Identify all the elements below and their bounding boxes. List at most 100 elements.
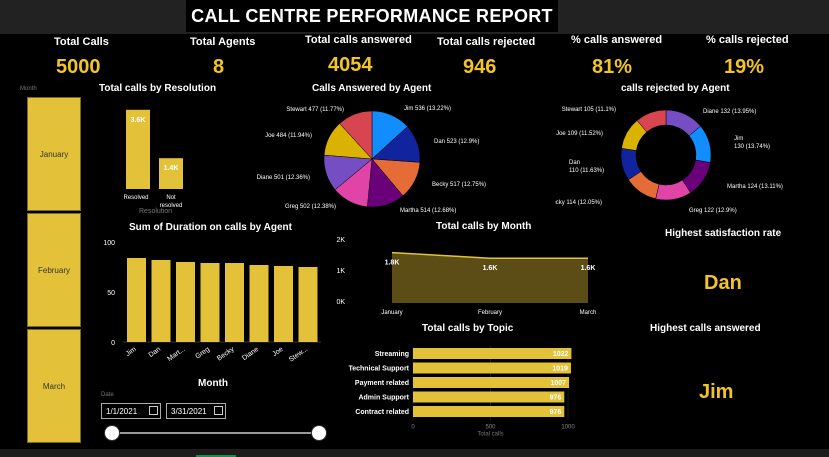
topic-category-label: Streaming: [375, 351, 409, 358]
duration-chart-panel: Sum of Duration on calls by Agent 100 50 0…: [93, 222, 355, 380]
topic-category-label: Contract related: [355, 409, 409, 416]
month-area-chart: 1.8K 1.6K 1.6K January February March: [381, 251, 596, 316]
topic-data-label: 1007: [551, 380, 567, 387]
month-slicer-header: Month: [20, 86, 37, 92]
pie-data-label: Stewart 105 (11.1%): [562, 107, 616, 113]
pie-data-label: Diane 132 (13.95%): [703, 109, 756, 115]
duration-y2-tick: 0K: [336, 299, 345, 306]
topic-x-tick: 0: [411, 425, 415, 431]
duration-y-tick: 0: [111, 340, 115, 347]
pie-data-label: Joe 109 (11.52%): [556, 131, 603, 137]
most-answered-value: Jim: [699, 381, 734, 403]
month-data-label: 1.6K: [483, 265, 498, 272]
topic-bar: [413, 362, 571, 374]
kpi-pct-rejected-value: 19%: [724, 56, 765, 78]
rejected-donut-chart: Diane 132 (13.95%) Jim 130 (13.74%) Martha …: [555, 107, 783, 214]
pie-data-label: Dan: [569, 160, 580, 166]
duration-bar: [274, 266, 293, 342]
month-slicer-label: March: [42, 381, 66, 391]
duration-bar: [151, 260, 171, 342]
date-range-start-handle[interactable]: [104, 425, 120, 441]
month-area: [392, 252, 588, 303]
topic-bar: [413, 391, 565, 403]
duration-y2-tick: 1K: [336, 268, 345, 275]
bottom-strip: [0, 449, 829, 457]
month-slicer-january[interactable]: January: [27, 97, 81, 211]
resolution-data-label: 3.6K: [131, 117, 146, 124]
dashboard: CALL CENTRE PERFORMANCE REPORT Total Cal…: [0, 0, 829, 457]
pie-data-label: Jim 536 (13.22%): [404, 106, 451, 112]
topic-data-label: 976: [550, 409, 562, 416]
kpi-pct-answered-value: 81%: [592, 56, 633, 78]
month-slicer-february[interactable]: February: [27, 213, 81, 327]
satisfaction-card: Highest satisfaction rate Dan: [630, 222, 815, 317]
date-caption: Date: [101, 392, 114, 398]
kpi-answered-value: 4054: [328, 54, 373, 76]
month-filter-header: Month: [198, 378, 228, 389]
kpi-total-calls-value: 5000: [56, 56, 101, 78]
answered-pie-chart: Jim 536 (13.22%) Dan 523 (12.9%) Becky 517…: [257, 106, 486, 214]
duration-bar: [200, 263, 220, 342]
duration-x-tick: Becky: [216, 346, 236, 363]
pie-data-label: Greg 502 (12.38%): [285, 204, 336, 210]
most-answered-title: Highest calls answered: [650, 323, 761, 334]
title-bar: CALL CENTRE PERFORMANCE REPORT: [0, 0, 829, 34]
kpi-pct-rejected-label: % calls rejected: [706, 34, 789, 46]
topic-axis-label: Total calls: [477, 432, 503, 438]
pie-data-label: Martha 514 (12.68%): [400, 208, 456, 214]
topic-category-label: Technical Support: [348, 366, 409, 373]
duration-x-tick: Diane: [241, 346, 260, 362]
start-date-value: 1/1/2021: [106, 406, 138, 416]
duration-x-tick: Mart...: [166, 346, 186, 363]
duration-bar: [249, 265, 269, 342]
pie-data-label: 110 (11.63%): [569, 168, 604, 174]
duration-x-tick: Stew...: [288, 346, 309, 364]
month-slicer-march[interactable]: March: [27, 329, 81, 443]
resolution-data-label: 1.4K: [164, 165, 179, 172]
duration-bar: [298, 267, 318, 342]
topic-bar: [413, 406, 565, 417]
topic-data-label: 1022: [553, 351, 569, 358]
pie-data-label: Becky 114 (12.05%): [555, 200, 602, 206]
topic-bar: [413, 377, 570, 388]
duration-y-tick: 100: [103, 240, 115, 247]
kpi-rejected-label: Total calls rejected: [437, 36, 536, 48]
month-slicer-label: January: [39, 149, 69, 159]
resolution-axis-label: Resolution: [139, 208, 173, 215]
satisfaction-title: Highest satisfaction rate: [665, 228, 782, 239]
month-data-label: 1.6K: [581, 265, 596, 272]
date-range-end-handle[interactable]: [311, 425, 327, 441]
topic-x-tick: 500: [485, 425, 496, 431]
duration-bar: [176, 262, 195, 342]
kpi-total-calls-label: Total Calls: [54, 36, 109, 48]
kpi-rejected-value: 946: [463, 56, 497, 78]
date-range-track[interactable]: [111, 432, 318, 434]
title-box: CALL CENTRE PERFORMANCE REPORT: [186, 0, 558, 32]
pie-data-label: Joe 484 (11.94%): [265, 133, 312, 139]
duration-x-tick: Greg: [194, 346, 211, 361]
topic-data-label: 1019: [552, 366, 568, 373]
duration-bar: [225, 263, 244, 342]
month-chart-panel: Total calls by Month 1.8K 1.6K 1.6K January…: [362, 218, 620, 320]
month-slicer-label: February: [37, 265, 70, 275]
duration-chart: 100 50 0 2K 1K 0K Jim Dan Mart... Greg Becky Diane J…: [103, 237, 345, 364]
calendar-icon[interactable]: [214, 406, 223, 415]
rejected-by-agent-panel: calls rejected by Agent Diane 132 (13.95…: [555, 82, 815, 218]
pie-data-label: Diane 501 (12.36%): [257, 175, 310, 181]
report-title: CALL CENTRE PERFORMANCE REPORT: [191, 5, 553, 26]
topic-data-label: 976: [550, 395, 562, 402]
month-x-tick: January: [381, 310, 402, 316]
end-date-input[interactable]: 3/31/2021: [166, 403, 226, 419]
pie-data-label: Greg 122 (12.9%): [689, 208, 737, 214]
topic-chart-panel: Total calls by Topic 0 500 1000 Streaming 10…: [340, 320, 620, 445]
duration-x-tick: Dan: [148, 346, 163, 359]
topic-x-tick: 1000: [561, 425, 575, 431]
answered-by-agent-panel: Calls Answered by Agent Jim 536 (13.22%)…: [246, 82, 556, 218]
calendar-icon[interactable]: [149, 406, 158, 415]
resolution-bar: [159, 158, 183, 189]
start-date-input[interactable]: 1/1/2021: [101, 403, 161, 419]
topic-bar-chart: 0 500 1000 Streaming 1022 Technical Support 10…: [348, 346, 575, 438]
pie-data-label: Dan 523 (12.9%): [434, 139, 479, 145]
duration-y-tick: 50: [107, 290, 115, 297]
resolution-tick-label: Not: [166, 195, 176, 201]
